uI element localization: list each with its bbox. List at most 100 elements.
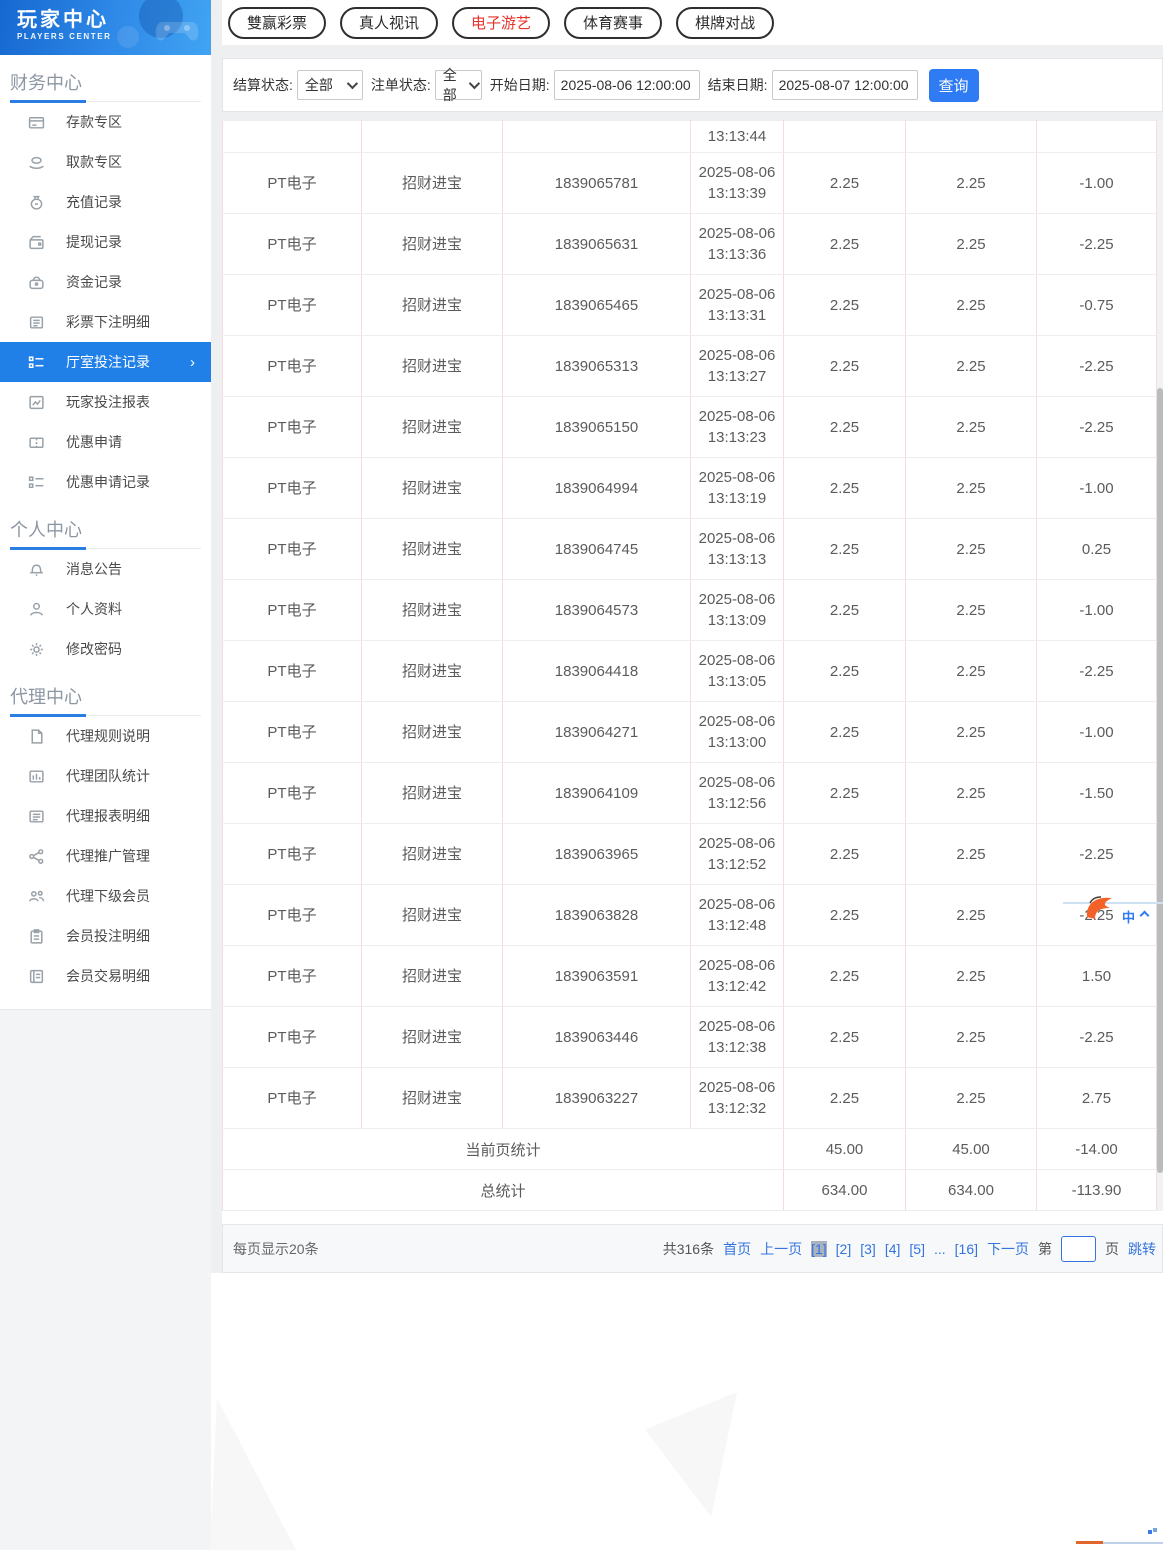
promo-records-icon: [28, 474, 45, 491]
cell-order-no: 1839063446: [502, 1006, 691, 1068]
sidebar-item-label: 会员交易明细: [66, 968, 150, 984]
sidebar-item-lottery-bet-details[interactable]: 彩票下注明细: [0, 302, 211, 342]
cell-bet-amount: 2.25: [783, 518, 906, 580]
first-page-link[interactable]: 首页: [723, 1239, 751, 1259]
table-row-partial: 13:13:44: [222, 120, 1157, 153]
order-status-label: 注单状态:: [370, 77, 431, 93]
sidebar-item-agent-report-details[interactable]: 代理报表明细: [0, 796, 211, 836]
sidebar-item-recharge-records[interactable]: 充值记录: [0, 182, 211, 222]
cell-game: 招财进宝: [361, 945, 503, 1007]
cell-bet-amount: 2.25: [783, 274, 906, 336]
nav-lottery-button[interactable]: 雙赢彩票: [228, 6, 327, 39]
total-count-text: 共316条: [662, 1240, 715, 1257]
mini-blue-icon: [1148, 1528, 1157, 1536]
cell-platform: PT电子: [222, 701, 362, 763]
start-date-label: 开始日期:: [489, 77, 550, 93]
game-category-nav: 雙赢彩票 真人视讯 电子游艺 体育赛事 棋牌对战: [222, 0, 1163, 45]
sidebar-item-promo-apply[interactable]: 优惠申请: [0, 422, 211, 462]
sidebar-item-agent-sub-members[interactable]: 代理下级会员: [0, 876, 211, 916]
sidebar-item-deposit-zone[interactable]: 存款专区: [0, 102, 211, 142]
page-number-link[interactable]: ...: [934, 1241, 946, 1257]
page-number-link[interactable]: [3]: [860, 1241, 876, 1257]
bottom-blue-line: [1103, 1542, 1163, 1544]
search-button[interactable]: 查询: [928, 68, 979, 102]
cell-platform: PT电子: [222, 762, 362, 824]
ledger-icon: [28, 968, 45, 985]
nav-electronic-games-button[interactable]: 电子游艺: [452, 6, 551, 39]
cell-order-no: 1839063227: [502, 1067, 691, 1129]
cell-valid-amount: 2.25: [905, 579, 1037, 641]
floating-service-widget[interactable]: 中: [1063, 896, 1163, 936]
start-date-input[interactable]: [553, 70, 700, 100]
chevron-right-icon: ›: [190, 353, 195, 371]
cell-platform: PT电子: [222, 457, 362, 519]
page-number-link[interactable]: [16]: [955, 1241, 978, 1257]
sidebar-item-promo-apply-records[interactable]: 优惠申请记录: [0, 462, 211, 502]
cell-bet-amount: 2.25: [783, 823, 906, 885]
cell-bet-amount: 2.25: [783, 1067, 906, 1129]
document-icon: [28, 728, 45, 745]
cell-winloss: -2.25: [1036, 1006, 1157, 1068]
sidebar-item-withdraw-zone[interactable]: 取款专区: [0, 142, 211, 182]
sidebar-item-agent-team-stats[interactable]: 代理团队统计: [0, 756, 211, 796]
cell-platform: PT电子: [222, 945, 362, 1007]
cell-game: 招财进宝: [361, 518, 503, 580]
cell-platform: PT电子: [222, 213, 362, 275]
sidebar-item-profile[interactable]: 个人资料: [0, 589, 211, 629]
sidebar-item-change-password[interactable]: 修改密码: [0, 629, 211, 669]
sidebar-item-member-transaction-details[interactable]: 会员交易明细: [0, 956, 211, 996]
cell-time: 2025-08-06 13:12:48: [690, 884, 784, 946]
prev-page-link[interactable]: 上一页: [760, 1239, 802, 1259]
page-number-link[interactable]: [1]: [811, 1240, 827, 1257]
page-number-link[interactable]: [5]: [909, 1241, 925, 1257]
cell-order-no: 1839065313: [502, 335, 691, 397]
purse-icon: [28, 274, 45, 291]
document-lines-icon: [28, 314, 45, 331]
table-scrollbar-thumb[interactable]: [1157, 388, 1163, 1173]
table-row: PT电子 招财进宝 1839065313 2025-08-06 13:13:27…: [222, 335, 1157, 397]
cell-game: 招财进宝: [361, 701, 503, 763]
bank-card-icon: [28, 114, 45, 131]
page-number-link[interactable]: [4]: [885, 1241, 901, 1257]
nav-live-casino-button[interactable]: 真人视讯: [340, 6, 439, 39]
cell-order-no: 1839064418: [502, 640, 691, 702]
cell-platform: PT电子: [222, 884, 362, 946]
sidebar-section-personal: 个人中心: [10, 502, 201, 550]
layout-gutter: [211, 0, 222, 1273]
sidebar-item-label: 优惠申请: [66, 434, 122, 450]
cell-order-no: 1839065781: [502, 152, 691, 214]
cell-platform: PT电子: [222, 1067, 362, 1129]
sidebar-item-agent-promotion[interactable]: 代理推广管理: [0, 836, 211, 876]
next-page-link[interactable]: 下一页: [987, 1239, 1029, 1259]
page-number-link[interactable]: [2]: [836, 1241, 852, 1257]
sidebar-item-agent-rules[interactable]: 代理规则说明: [0, 716, 211, 756]
bell-icon: [28, 561, 45, 578]
page-jump-input[interactable]: [1061, 1235, 1096, 1262]
sidebar-item-player-bet-report[interactable]: 玩家投注报表: [0, 382, 211, 422]
cell-order-no: 1839065631: [502, 213, 691, 275]
cell-order-no: 1839063965: [502, 823, 691, 885]
cell-order-no: 1839065150: [502, 396, 691, 458]
withdraw-hand-icon: [28, 154, 45, 171]
cell-valid-amount: 2.25: [905, 213, 1037, 275]
sidebar-item-announcements[interactable]: 消息公告: [0, 549, 211, 589]
sidebar-item-hall-bet-records[interactable]: 厅室投注记录 ›: [0, 342, 211, 382]
sidebar-item-withdraw-records[interactable]: 提现记录: [0, 222, 211, 262]
cell-bet-amount: 2.25: [783, 1006, 906, 1068]
page-summary-winloss: -14.00: [1036, 1128, 1157, 1170]
cell-time: 2025-08-06 13:13:27: [690, 335, 784, 397]
table-scrollbar-track[interactable]: [1157, 120, 1163, 1211]
cell-game: 招财进宝: [361, 274, 503, 336]
settle-status-select[interactable]: 全部: [296, 70, 363, 100]
sidebar-item-fund-records[interactable]: 资金记录: [0, 262, 211, 302]
nav-sports-button[interactable]: 体育赛事: [564, 6, 663, 39]
jump-button[interactable]: 跳转: [1128, 1239, 1156, 1259]
money-bag-icon: [28, 194, 45, 211]
bottom-orange-line: [1076, 1541, 1103, 1544]
cell-platform: PT电子: [222, 152, 362, 214]
end-date-input[interactable]: [771, 70, 918, 100]
order-status-select[interactable]: 全部: [434, 67, 482, 103]
sidebar-item-member-bet-details[interactable]: 会员投注明细: [0, 916, 211, 956]
cell-valid-amount: 2.25: [905, 335, 1037, 397]
nav-board-games-button[interactable]: 棋牌对战: [676, 6, 775, 39]
